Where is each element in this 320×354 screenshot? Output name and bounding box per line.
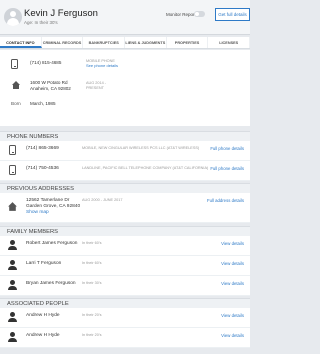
- family-member-row: Robert James Ferguson In their 60's View…: [0, 236, 250, 256]
- phone-icon: [11, 59, 18, 69]
- address-row: 12562 Tamerlane Dr Garden Grove, CA 9284…: [0, 193, 250, 223]
- associated-person-name: Andrew H Hyde: [26, 333, 60, 338]
- family-member-row: Larri T Ferguson In their 60's View deta…: [0, 256, 250, 276]
- phone-row: (714) 865-3669 MOBILE, NEW CINGULAR WIRE…: [0, 141, 250, 161]
- associated-person-name: Andrew H Hyde: [26, 313, 60, 318]
- avatar: [4, 8, 22, 26]
- home-icon: [12, 81, 20, 89]
- address-status: PRESENT: [86, 86, 104, 90]
- person-icon: [7, 260, 18, 271]
- home-icon: [8, 202, 17, 211]
- family-member-name: Robert James Ferguson: [26, 241, 78, 246]
- associated-person-row: Andrew H Hyde In their 20's View details: [0, 328, 250, 348]
- associated-people-title: ASSOCIATED PEOPLE: [0, 298, 250, 308]
- family-member-age: In their 60's: [82, 241, 102, 245]
- address-line2: Garden Grove, CA 92840: [26, 204, 81, 209]
- view-details-link[interactable]: View details: [221, 313, 244, 318]
- family-member-age: In their 60's: [82, 261, 102, 265]
- full-address-details-link[interactable]: Full address details: [207, 198, 244, 203]
- tab-bankruptcies[interactable]: BANKRUPTCIES: [83, 37, 126, 48]
- see-phone-details-link[interactable]: See phone details: [86, 63, 118, 69]
- person-icon: [7, 332, 18, 343]
- phone-carrier: LANDLINE, PACIFIC BELL TELEPHONE COMPANY…: [82, 166, 209, 170]
- address-line1: 12562 Tamerlane Dr: [26, 198, 70, 203]
- current-address-line2: Anaheim, CA 92802: [30, 86, 71, 91]
- associated-person-age: In their 20's: [82, 313, 102, 317]
- monitor-report-label: Monitor Report: [166, 12, 196, 17]
- report-header: Kevin J Ferguson Age: In their 30's Moni…: [0, 0, 250, 35]
- family-member-name: Larri T Ferguson: [26, 261, 62, 266]
- monitor-report-toggle[interactable]: [194, 11, 205, 17]
- tab-properties[interactable]: PROPERTIES: [167, 37, 209, 48]
- contact-info-section: (714) 815-4685 MOBILE PHONE See phone de…: [0, 50, 250, 126]
- address-dates: AUG 2000 - JUNE 2017: [82, 198, 123, 202]
- view-details-link[interactable]: View details: [221, 261, 244, 266]
- phone-icon: [7, 165, 18, 176]
- person-age: Age: In their 30's: [24, 20, 58, 25]
- family-member-age: In their 30's: [82, 281, 102, 285]
- show-map-link[interactable]: Show map: [26, 210, 49, 215]
- tab-licenses[interactable]: LICENSES: [208, 37, 250, 48]
- view-details-link[interactable]: View details: [221, 281, 244, 286]
- full-phone-details-link[interactable]: Full phone details: [210, 166, 244, 171]
- tab-contact-info[interactable]: CONTACT INFO: [0, 37, 42, 48]
- associated-person-age: In their 20's: [82, 333, 102, 337]
- person-name: Kevin J Ferguson: [24, 8, 98, 19]
- person-icon: [7, 240, 18, 251]
- tab-criminal-records[interactable]: CRIMINAL RECORDS: [42, 37, 84, 48]
- previous-addresses-title: PREVIOUS ADDRESSES: [0, 183, 250, 193]
- phone-icon: [7, 145, 18, 156]
- tab-liens-judgments[interactable]: LIENS & JUDGMENTS: [125, 37, 167, 48]
- primary-phone: (714) 815-4685: [30, 60, 62, 65]
- phone-numbers-title: PHONE NUMBERS: [0, 131, 250, 141]
- person-report-page: Kevin J Ferguson Age: In their 30's Moni…: [0, 0, 250, 354]
- person-icon: [7, 280, 18, 291]
- born-value: March, 1985: [30, 101, 56, 106]
- report-tabs: CONTACT INFO CRIMINAL RECORDS BANKRUPTCI…: [0, 37, 250, 49]
- view-details-link[interactable]: View details: [221, 333, 244, 338]
- phone-carrier: MOBILE, NEW CINGULAR WIRELESS PCS LLC (A…: [82, 146, 200, 150]
- full-phone-details-link[interactable]: Full phone details: [210, 146, 244, 151]
- born-label: Born: [11, 101, 21, 106]
- associated-person-row: Andrew H Hyde In their 20's View details: [0, 308, 250, 328]
- family-members-title: FAMILY MEMBERS: [0, 226, 250, 236]
- phone-number: (714) 750-4536: [26, 166, 59, 171]
- person-icon: [7, 312, 18, 323]
- family-member-name: Bryan James Ferguson: [26, 281, 76, 286]
- phone-number: (714) 865-3669: [26, 146, 59, 151]
- view-details-link[interactable]: View details: [221, 241, 244, 246]
- family-member-row: Bryan James Ferguson In their 30's View …: [0, 276, 250, 296]
- get-full-details-button[interactable]: Get full details: [215, 8, 250, 21]
- phone-row: (714) 750-4536 LANDLINE, PACIFIC BELL TE…: [0, 161, 250, 181]
